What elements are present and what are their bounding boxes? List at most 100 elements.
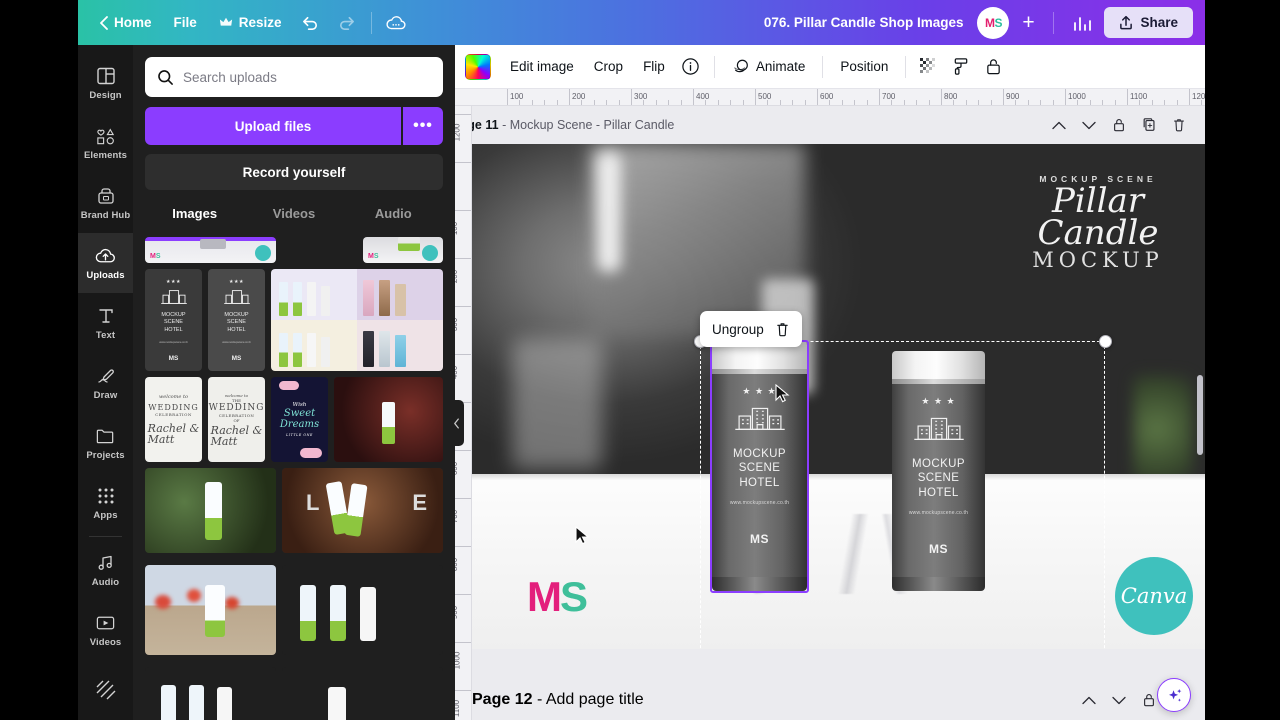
page-12-move-up-button[interactable] bbox=[1075, 686, 1103, 714]
transparency-button[interactable] bbox=[914, 52, 944, 82]
sidebar-item-projects[interactable]: Projects bbox=[78, 413, 133, 473]
file-menu-button[interactable]: File bbox=[163, 8, 208, 37]
list-item[interactable] bbox=[282, 565, 443, 655]
list-item[interactable]: Wish Sweet Dreams LITTLE ONE bbox=[271, 377, 328, 462]
design-icon bbox=[95, 65, 117, 87]
tab-audio[interactable]: Audio bbox=[344, 198, 443, 229]
ungroup-context-menu[interactable]: Ungroup bbox=[700, 311, 802, 347]
page-12-move-down-button[interactable] bbox=[1105, 686, 1133, 714]
ruler-tick-v bbox=[455, 690, 471, 691]
candle-right[interactable]: ★ ★ ★ MOCKUP SCENE HOTEL www.mockupscene… bbox=[892, 351, 985, 591]
list-item[interactable] bbox=[282, 667, 443, 720]
upload-files-button[interactable]: Upload files bbox=[145, 107, 401, 145]
sidebar-item-audio[interactable]: Audio bbox=[78, 540, 133, 600]
paint-roller-icon bbox=[955, 58, 968, 75]
image-toolbar: Edit image Crop Flip Animate Position bbox=[455, 45, 1205, 89]
transparency-icon bbox=[920, 57, 936, 73]
list-item[interactable]: welcome to THE WEDDING CELEBRATION OF Ra… bbox=[208, 377, 265, 462]
sidebar-label-design: Design bbox=[89, 90, 122, 101]
resize-button[interactable]: Resize bbox=[208, 8, 293, 37]
sidebar-item-background[interactable] bbox=[78, 660, 133, 720]
animate-button[interactable]: Animate bbox=[723, 51, 815, 83]
page-move-down-button[interactable] bbox=[1075, 111, 1103, 139]
share-upload-icon bbox=[1120, 15, 1133, 30]
topbar-divider-2 bbox=[1053, 11, 1055, 34]
add-collaborator-button[interactable]: + bbox=[1013, 8, 1043, 38]
page-delete-button[interactable] bbox=[1165, 111, 1193, 139]
selection-handle-top-right[interactable] bbox=[1098, 334, 1112, 348]
info-button[interactable] bbox=[676, 52, 706, 82]
page-12-title[interactable]: Page 12 - Add page title bbox=[472, 691, 644, 709]
list-item[interactable]: ★★★ MOCKUP SCENE HOTEL www.mockupscene.co.… bbox=[208, 269, 265, 371]
horizontal-ruler[interactable]: 1002003004005006007008009001000110012001… bbox=[455, 89, 1205, 106]
canvas-vertical-scrollbar[interactable] bbox=[1197, 375, 1203, 455]
ruler-tick bbox=[879, 89, 880, 105]
sidebar-item-draw[interactable]: Draw bbox=[78, 353, 133, 413]
sidebar-item-elements[interactable]: Elements bbox=[78, 113, 133, 173]
sidebar-item-design[interactable]: Design bbox=[78, 53, 133, 113]
sidebar-item-apps[interactable]: Apps bbox=[78, 473, 133, 533]
list-item[interactable]: L E bbox=[282, 468, 443, 553]
ruler-tick bbox=[1189, 89, 1190, 105]
page-move-up-button[interactable] bbox=[1045, 111, 1073, 139]
duplicate-icon bbox=[1143, 118, 1155, 131]
document-title[interactable]: 076. Pillar Candle Shop Images bbox=[754, 8, 974, 37]
list-item[interactable]: MS bbox=[363, 237, 443, 263]
redo-button[interactable] bbox=[331, 7, 363, 39]
collapse-panel-button[interactable] bbox=[448, 400, 464, 446]
image-color-swatch[interactable] bbox=[465, 53, 491, 80]
sidebar-item-videos[interactable]: Videos bbox=[78, 600, 133, 660]
flip-button[interactable]: Flip bbox=[634, 52, 674, 81]
ruler-tick-v bbox=[455, 546, 471, 547]
crop-button[interactable]: Crop bbox=[585, 52, 632, 81]
page-11-canvas[interactable]: MOCKUP SCENE Pillar Candle MOCKUP ★ ★ ★ bbox=[472, 144, 1205, 649]
sidebar-item-uploads[interactable]: Uploads bbox=[78, 233, 133, 293]
resize-label: Resize bbox=[238, 15, 282, 30]
upload-more-button[interactable]: ••• bbox=[403, 107, 443, 145]
candle-right-label: ★ ★ ★ MOCKUP SCENE HOTEL www.mockupscene… bbox=[892, 397, 985, 557]
list-item[interactable] bbox=[145, 468, 276, 553]
share-button[interactable]: Share bbox=[1104, 7, 1193, 38]
undo-button[interactable] bbox=[295, 7, 327, 39]
tab-videos[interactable]: Videos bbox=[244, 198, 343, 229]
cloud-saved-button[interactable] bbox=[380, 7, 412, 39]
undo-icon bbox=[303, 16, 318, 30]
sidebar-item-text[interactable]: Text bbox=[78, 293, 133, 353]
insights-button[interactable] bbox=[1066, 7, 1098, 39]
list-item[interactable]: welcome to WEDDING CELEBRATION Rachel & M… bbox=[145, 377, 202, 462]
toolbar-divider-1 bbox=[713, 55, 715, 78]
chevron-left-icon bbox=[100, 15, 108, 30]
page-11-name: Mockup Scene - Pillar Candle bbox=[509, 118, 675, 132]
list-item[interactable] bbox=[334, 377, 443, 462]
sidebar-item-brand-hub[interactable]: Brand Hub bbox=[78, 173, 133, 233]
home-button[interactable]: Home bbox=[88, 8, 163, 37]
page-12-header: Page 12 - Add page title bbox=[472, 680, 1205, 720]
lock-icon bbox=[987, 59, 1000, 75]
home-label: Home bbox=[114, 15, 152, 30]
canvas-scroll-region[interactable]: Page 11 - Mockup Scene - Pillar Candle bbox=[472, 106, 1205, 720]
delete-selection-button[interactable] bbox=[770, 316, 796, 342]
avatar[interactable]: MS bbox=[977, 6, 1010, 39]
list-item[interactable]: ★★★ MOCKUP SCENE HOTEL www.mockupscene.co.… bbox=[145, 269, 202, 371]
page-11-title[interactable]: Page 11 - Mockup Scene - Pillar Candle bbox=[472, 118, 674, 132]
list-item[interactable] bbox=[145, 565, 276, 655]
toolbar-divider-3 bbox=[905, 55, 907, 78]
paint-roller-button[interactable] bbox=[946, 52, 976, 82]
page-11-header: Page 11 - Mockup Scene - Pillar Candle bbox=[472, 106, 1205, 144]
candle-left[interactable]: ★ ★ ★ MOCKUP SCENE HOTEL www.mockupscene… bbox=[712, 341, 807, 591]
position-button[interactable]: Position bbox=[831, 52, 897, 81]
tab-images[interactable]: Images bbox=[145, 198, 244, 229]
lock-button[interactable] bbox=[978, 52, 1008, 82]
page-duplicate-button[interactable] bbox=[1135, 111, 1163, 139]
record-yourself-button[interactable]: Record yourself bbox=[145, 154, 443, 190]
uploads-grid: MS MS ★★★ MOCKUP SCENE HOTEL www.mockups… bbox=[145, 237, 443, 720]
list-item[interactable] bbox=[271, 269, 443, 371]
sidebar-label-projects: Projects bbox=[86, 450, 125, 461]
list-item[interactable] bbox=[145, 667, 276, 720]
magic-studio-button[interactable] bbox=[1157, 678, 1191, 712]
search-input[interactable] bbox=[183, 69, 431, 85]
search-uploads-box[interactable] bbox=[145, 57, 443, 97]
list-item[interactable]: MS bbox=[145, 237, 276, 263]
page-lock-button[interactable] bbox=[1105, 111, 1133, 139]
edit-image-button[interactable]: Edit image bbox=[501, 52, 583, 81]
